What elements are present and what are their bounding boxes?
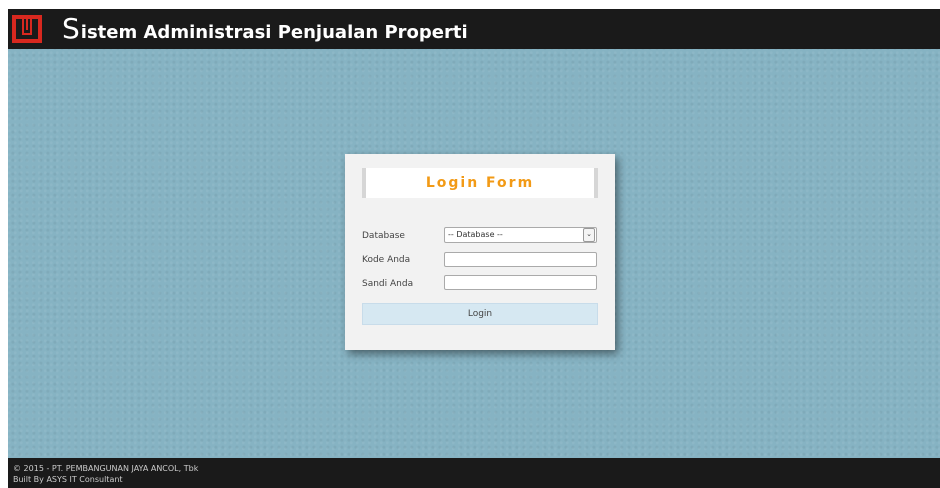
app-title: Sistem Administrasi Penjualan Properti bbox=[62, 12, 468, 45]
footer-copyright: © 2015 - PT. PEMBANGUNAN JAYA ANCOL, Tbk bbox=[13, 464, 199, 473]
footer: © 2015 - PT. PEMBANGUNAN JAYA ANCOL, Tbk… bbox=[8, 458, 940, 488]
app-title-text: istem Administrasi Penjualan Properti bbox=[80, 22, 468, 43]
database-select-value: -- Database -- bbox=[448, 230, 503, 239]
footer-built-by: Built By ASYS IT Consultant bbox=[13, 475, 123, 484]
company-logo-icon bbox=[12, 15, 42, 43]
login-panel: Login Form Database -- Database -- ⌄ Kod… bbox=[345, 154, 615, 350]
sandi-anda-label: Sandi Anda bbox=[362, 279, 414, 289]
database-label: Database bbox=[362, 231, 405, 241]
page-frame: Sistem Administrasi Penjualan Properti L… bbox=[8, 9, 940, 488]
chevron-down-icon[interactable]: ⌄ bbox=[583, 228, 595, 242]
kode-anda-input[interactable] bbox=[444, 252, 597, 267]
login-button[interactable]: Login bbox=[362, 303, 598, 325]
kode-anda-label: Kode Anda bbox=[362, 255, 411, 265]
app-title-first-letter: S bbox=[62, 12, 80, 45]
database-select[interactable]: -- Database -- ⌄ bbox=[444, 227, 597, 243]
sandi-anda-input[interactable] bbox=[444, 275, 597, 290]
login-form-title: Login Form bbox=[362, 168, 598, 198]
top-bar: Sistem Administrasi Penjualan Properti bbox=[8, 9, 940, 49]
